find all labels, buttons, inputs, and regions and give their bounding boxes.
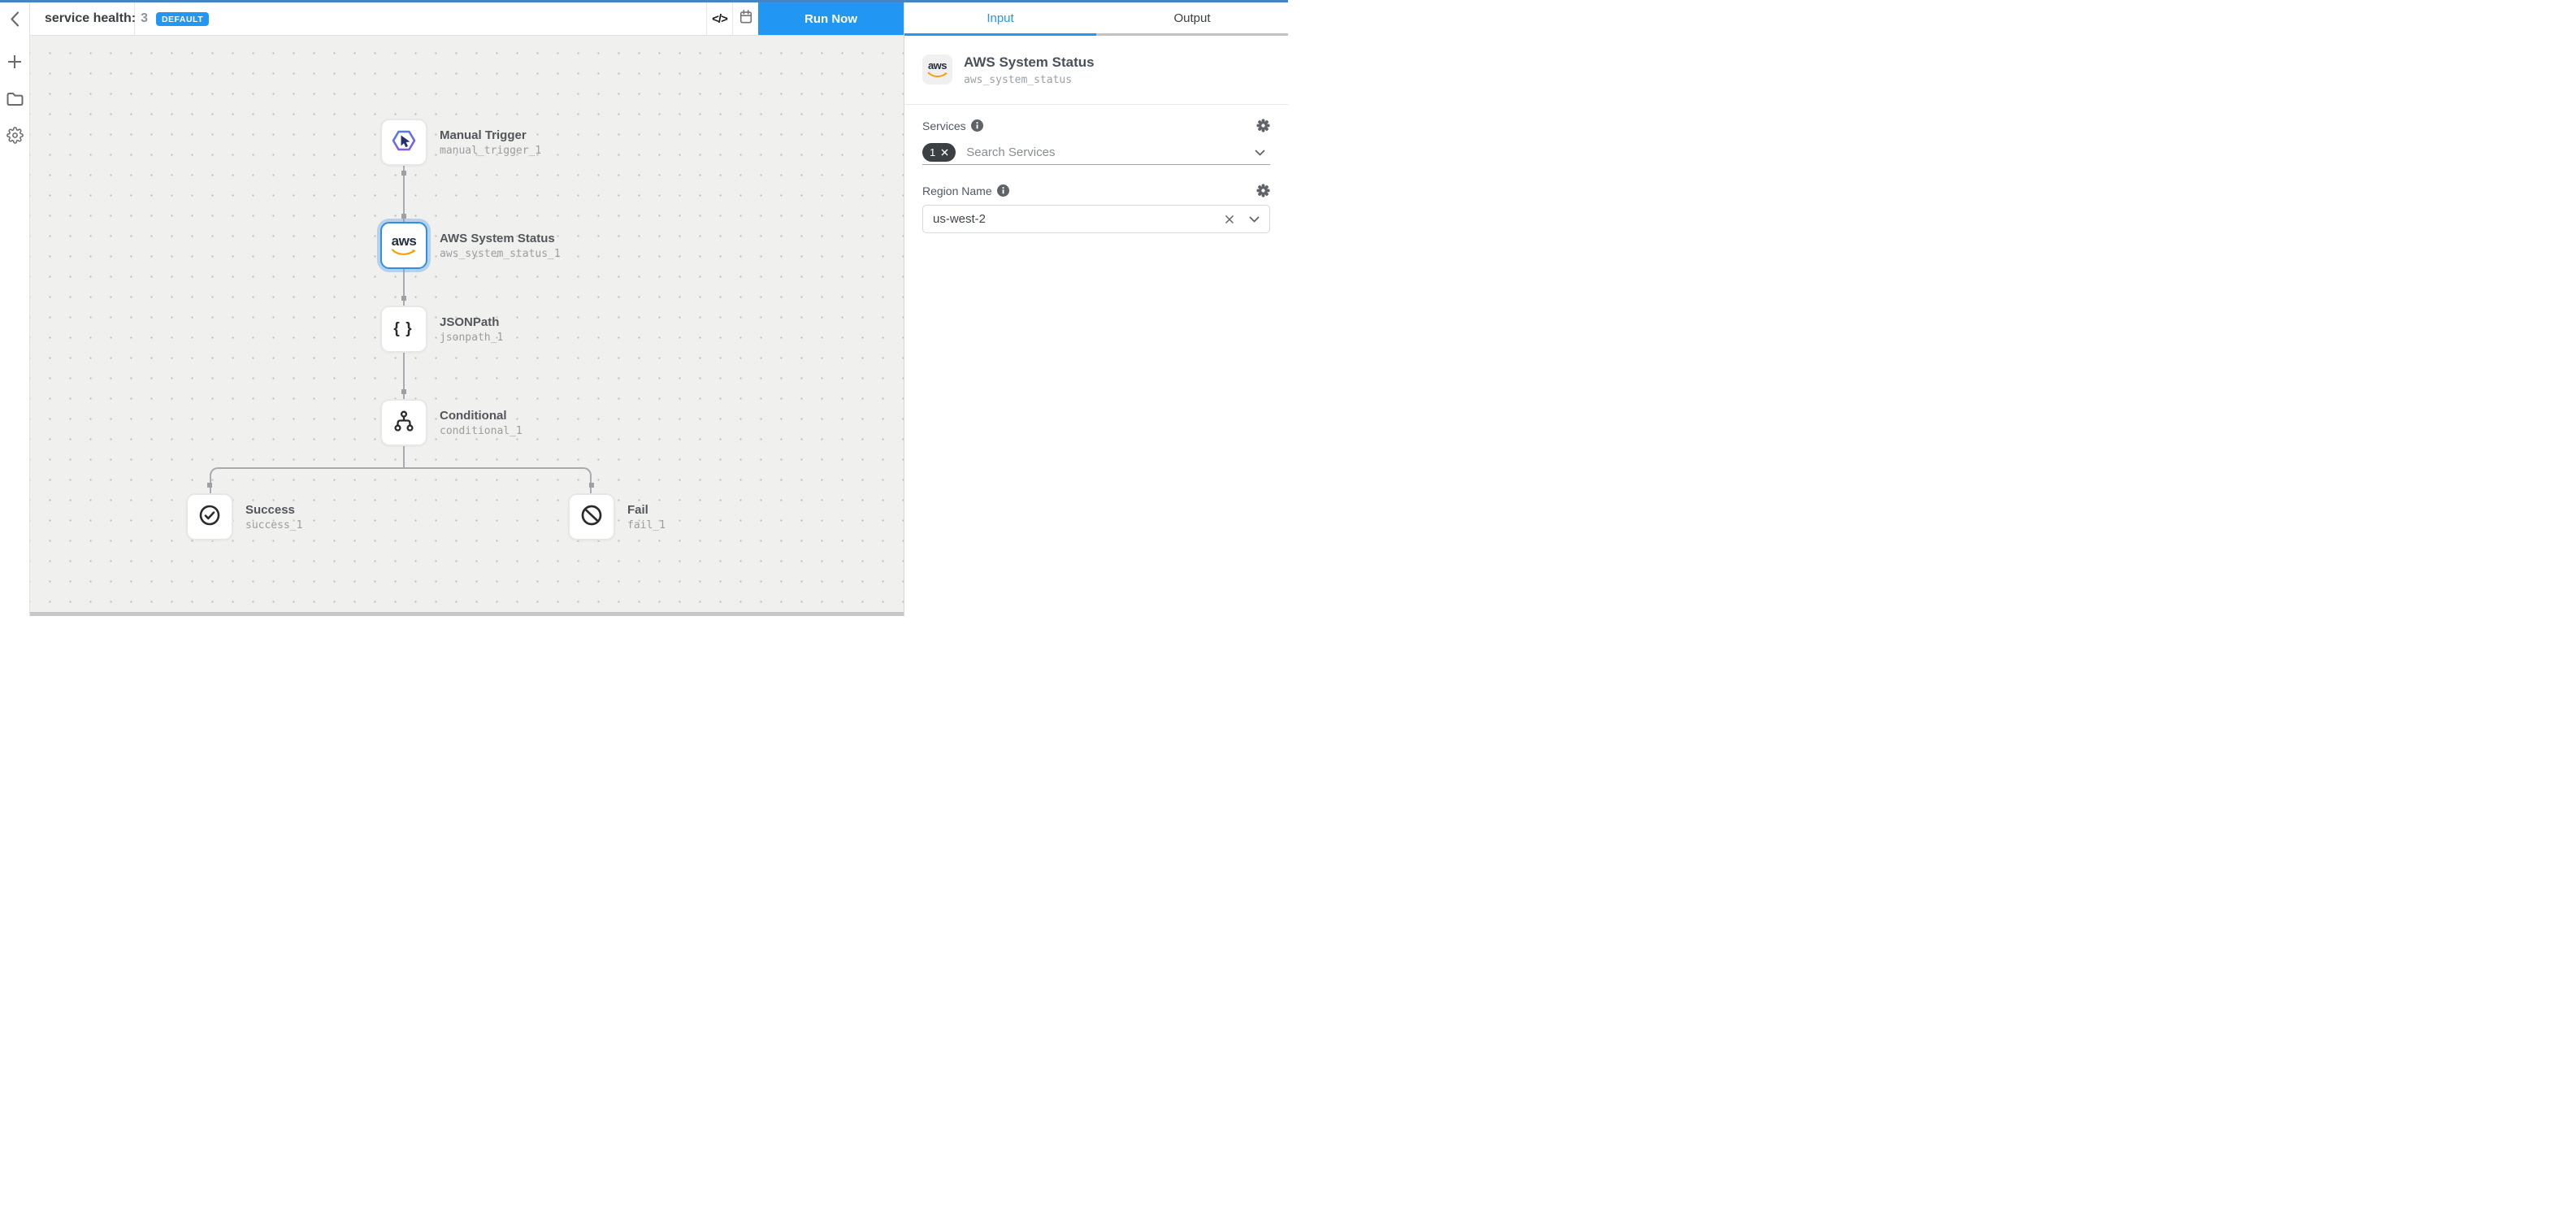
node-aws-system-status-box[interactable]: aws bbox=[380, 222, 427, 269]
services-label: Services bbox=[922, 119, 966, 132]
panel-divider bbox=[904, 104, 1288, 105]
tab-output[interactable]: Output bbox=[1096, 2, 1288, 36]
node-jsonpath: { } JSONPath jsonpath_1 bbox=[380, 306, 503, 353]
chevron-down-icon[interactable] bbox=[1249, 216, 1260, 223]
workflow-editor: service health: 3 DEFAULT </> Run Now bbox=[0, 0, 1288, 616]
node-label: Fail fail_1 bbox=[627, 493, 666, 540]
node-id: aws_system_status_1 bbox=[440, 248, 561, 260]
folder-icon bbox=[7, 92, 24, 111]
edge-conditional-stem bbox=[403, 446, 405, 469]
node-jsonpath-box[interactable]: { } bbox=[380, 306, 427, 353]
calendar-icon bbox=[739, 9, 753, 28]
node-title: JSONPath bbox=[440, 315, 503, 329]
node-id: conditional_1 bbox=[440, 425, 523, 437]
node-title: Manual Trigger bbox=[440, 128, 541, 142]
edge-handle bbox=[401, 171, 406, 176]
region-label-row: Region Name bbox=[922, 184, 1270, 197]
node-title: Conditional bbox=[440, 409, 523, 423]
no-entry-icon bbox=[579, 503, 604, 531]
gear-icon bbox=[7, 127, 24, 148]
settings-button[interactable] bbox=[0, 124, 30, 151]
canvas-horizontal-scrollbar[interactable] bbox=[30, 612, 904, 616]
node-id: fail_1 bbox=[627, 519, 666, 531]
add-button[interactable] bbox=[0, 50, 30, 77]
aws-icon: aws bbox=[391, 234, 417, 257]
back-icon bbox=[11, 11, 20, 31]
services-count-chip[interactable]: 1 bbox=[922, 143, 956, 162]
manual-trigger-icon bbox=[391, 129, 417, 156]
run-now-button[interactable]: Run Now bbox=[758, 2, 904, 35]
panel-tabs: Input Output bbox=[904, 2, 1288, 36]
gear-icon[interactable] bbox=[1256, 184, 1270, 197]
node-id: jsonpath_1 bbox=[440, 332, 503, 344]
node-id: manual_trigger_1 bbox=[440, 145, 541, 157]
node-fail: Fail fail_1 bbox=[568, 493, 666, 540]
workflow-canvas[interactable]: Manual Trigger manual_trigger_1 aws AWS … bbox=[30, 36, 904, 616]
services-select[interactable]: 1 Search Services bbox=[922, 141, 1270, 165]
panel-title: AWS System Status bbox=[964, 54, 1095, 71]
node-fail-box[interactable] bbox=[568, 493, 615, 540]
tab-input[interactable]: Input bbox=[904, 2, 1096, 36]
node-id: success_1 bbox=[245, 519, 302, 531]
chip-count: 1 bbox=[930, 146, 935, 158]
node-success-box[interactable] bbox=[186, 493, 233, 540]
services-label-row: Services bbox=[922, 119, 1270, 132]
info-icon[interactable] bbox=[971, 119, 983, 132]
aws-icon: aws bbox=[927, 60, 948, 79]
node-label: Success success_1 bbox=[245, 493, 302, 540]
workflow-title: service health: bbox=[45, 11, 136, 26]
edge-branch-bracket bbox=[210, 467, 592, 493]
node-title: Fail bbox=[627, 503, 666, 517]
schedule-button[interactable] bbox=[732, 2, 758, 35]
node-label: Conditional conditional_1 bbox=[440, 399, 523, 446]
region-field: Region Name bbox=[904, 184, 1288, 233]
back-button[interactable] bbox=[0, 7, 30, 35]
add-icon bbox=[7, 54, 23, 74]
node-title: Success bbox=[245, 503, 302, 517]
edge-handle bbox=[207, 483, 212, 488]
branch-icon bbox=[392, 410, 415, 436]
node-title: AWS System Status bbox=[440, 232, 561, 245]
node-conditional-box[interactable] bbox=[380, 399, 427, 446]
node-manual-trigger: Manual Trigger manual_trigger_1 bbox=[380, 119, 541, 166]
info-icon[interactable] bbox=[997, 184, 1009, 197]
code-icon: </> bbox=[712, 12, 727, 26]
node-conditional: Conditional conditional_1 bbox=[380, 399, 523, 446]
node-label: JSONPath jsonpath_1 bbox=[440, 306, 503, 353]
chevron-down-icon[interactable] bbox=[1255, 150, 1265, 156]
node-aws-system-status: aws AWS System Status aws_system_status_… bbox=[380, 222, 561, 269]
panel-subtitle: aws_system_status bbox=[964, 74, 1095, 86]
workflow-title-group: service health: 3 DEFAULT bbox=[30, 2, 135, 35]
left-sidebar bbox=[0, 2, 30, 616]
topbar-spacer bbox=[135, 2, 706, 35]
config-panel: Input Output aws AWS System Status aws_s… bbox=[904, 2, 1288, 616]
clear-icon[interactable] bbox=[1225, 215, 1234, 224]
edge-handle bbox=[589, 483, 594, 488]
edge-handle bbox=[401, 214, 406, 219]
braces-icon: { } bbox=[393, 320, 414, 338]
folder-button[interactable] bbox=[0, 87, 30, 115]
node-label: AWS System Status aws_system_status_1 bbox=[440, 222, 561, 269]
edge-handle bbox=[401, 389, 406, 394]
panel-header-text: AWS System Status aws_system_status bbox=[964, 54, 1095, 86]
services-field: Services bbox=[904, 119, 1288, 165]
node-label: Manual Trigger manual_trigger_1 bbox=[440, 119, 541, 166]
edge-handle bbox=[401, 296, 406, 301]
region-input[interactable] bbox=[933, 212, 1225, 226]
node-manual-trigger-box[interactable] bbox=[380, 119, 427, 166]
check-circle-icon bbox=[197, 503, 222, 531]
region-select bbox=[922, 205, 1270, 233]
top-bar: service health: 3 DEFAULT </> Run Now bbox=[30, 2, 904, 36]
gear-icon[interactable] bbox=[1256, 119, 1270, 132]
app-tile: aws bbox=[922, 54, 952, 85]
code-view-button[interactable]: </> bbox=[706, 2, 732, 35]
node-success: Success success_1 bbox=[186, 493, 302, 540]
panel-header: aws AWS System Status aws_system_status bbox=[904, 36, 1288, 86]
chip-remove-icon[interactable] bbox=[941, 149, 948, 156]
region-label: Region Name bbox=[922, 184, 992, 197]
services-placeholder: Search Services bbox=[966, 145, 1055, 159]
